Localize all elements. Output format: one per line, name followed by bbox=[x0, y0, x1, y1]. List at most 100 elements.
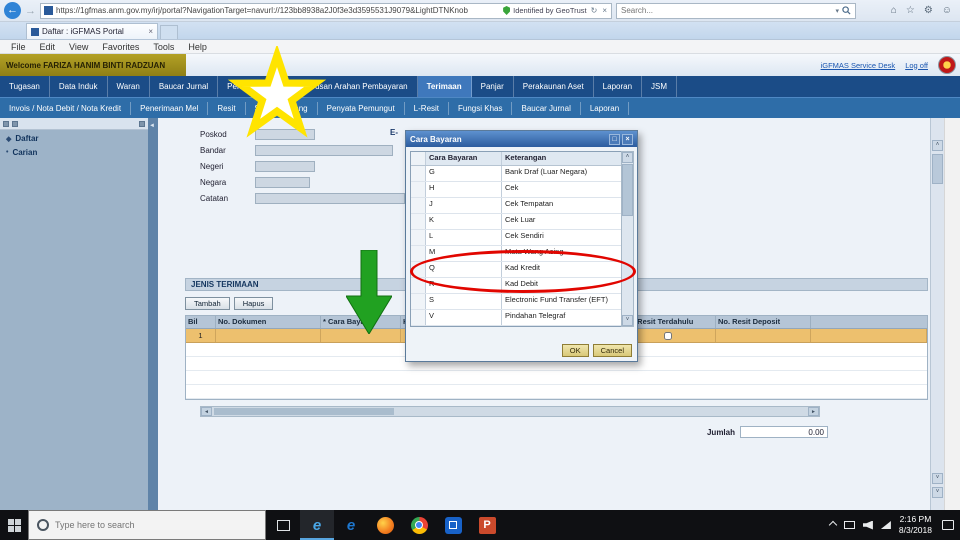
taskbar-clock[interactable]: 2:16 PM 8/3/2018 bbox=[899, 514, 932, 536]
dialog-close-icon[interactable]: × bbox=[622, 133, 633, 145]
horizontal-scrollbar[interactable]: ◄ ► bbox=[200, 406, 820, 417]
tray-expand-icon[interactable] bbox=[828, 520, 838, 530]
task-view-button[interactable] bbox=[266, 510, 300, 540]
tab-terimaan[interactable]: Terimaan bbox=[417, 76, 472, 97]
menu-view[interactable]: View bbox=[62, 42, 95, 52]
action-center-icon[interactable] bbox=[942, 520, 954, 530]
taskbar-firefox[interactable] bbox=[368, 510, 402, 540]
volume-icon[interactable] bbox=[862, 520, 873, 530]
taskbar-powerpoint[interactable]: P bbox=[470, 510, 504, 540]
cell-no-dokumen[interactable] bbox=[216, 329, 321, 342]
start-button[interactable] bbox=[0, 510, 28, 540]
scroll-down-icon[interactable]: ˅ bbox=[932, 487, 943, 498]
refresh-icon[interactable]: ↻ bbox=[590, 6, 599, 15]
tab-panjar[interactable]: Panjar bbox=[472, 76, 514, 97]
tab-waran[interactable]: Waran bbox=[108, 76, 150, 97]
search-icon[interactable] bbox=[842, 6, 851, 15]
taskbar-blue-app[interactable] bbox=[436, 510, 470, 540]
display-icon[interactable] bbox=[843, 521, 855, 529]
search-dropdown-icon[interactable]: ▾ bbox=[835, 7, 839, 15]
subtab-penerimaan-mel[interactable]: Penerimaan Mel bbox=[131, 101, 209, 115]
taskbar-chrome[interactable] bbox=[402, 510, 436, 540]
settings-gear-icon[interactable]: ⚙ bbox=[924, 5, 933, 16]
dialog-scroll-thumb[interactable] bbox=[622, 164, 633, 216]
table-row-empty[interactable] bbox=[186, 385, 927, 399]
sidebar-tool-icon[interactable] bbox=[3, 120, 9, 127]
cert-label[interactable]: Identified by GeoTrust bbox=[513, 6, 587, 15]
tab-tugasan[interactable]: Tugasan bbox=[0, 76, 50, 97]
subtab-l-resit[interactable]: L-Resit bbox=[405, 101, 450, 115]
scroll-down-icon[interactable]: ˅ bbox=[622, 315, 633, 326]
cell-resit-deposit[interactable] bbox=[716, 329, 811, 342]
sidebar-item-daftar[interactable]: ◆ Daftar bbox=[0, 130, 148, 144]
forward-button[interactable]: → bbox=[25, 5, 36, 17]
taskbar-search[interactable] bbox=[28, 510, 266, 540]
favorites-icon[interactable]: ☆ bbox=[906, 5, 915, 16]
resit-terdahulu-checkbox[interactable] bbox=[664, 331, 672, 340]
subtab-penyata-pemungut[interactable]: Penyata Pemungut bbox=[318, 101, 405, 115]
collapse-sidebar-icon[interactable]: ◄ bbox=[149, 123, 155, 129]
tab-close-icon[interactable]: × bbox=[148, 27, 153, 36]
menu-help[interactable]: Help bbox=[181, 42, 214, 52]
menu-edit[interactable]: Edit bbox=[33, 42, 63, 52]
stop-icon[interactable]: × bbox=[601, 6, 608, 15]
grid-row[interactable]: G Bank Draf (Luar Negara) bbox=[411, 166, 621, 182]
logoff-link[interactable]: Log off bbox=[905, 61, 928, 70]
vertical-scrollbar[interactable]: ˄ ˅ ˅ bbox=[930, 118, 944, 510]
hapus-button[interactable]: Hapus bbox=[233, 297, 274, 310]
grid-row[interactable]: L Cek Sendiri bbox=[411, 230, 621, 246]
grid-row[interactable]: H Cek bbox=[411, 182, 621, 198]
negeri-field[interactable] bbox=[255, 161, 315, 172]
dialog-minimize-icon[interactable]: □ bbox=[609, 133, 620, 145]
subtab-laporan[interactable]: Laporan bbox=[581, 101, 630, 115]
tab-laporan[interactable]: Laporan bbox=[594, 76, 643, 97]
browser-search-input[interactable] bbox=[621, 6, 833, 15]
back-button[interactable]: ← bbox=[4, 2, 21, 19]
subtab-baucar-jurnal[interactable]: Baucar Jurnal bbox=[512, 101, 581, 115]
negara-field[interactable] bbox=[255, 177, 310, 188]
dialog-scrollbar[interactable]: ˄ ˅ bbox=[621, 151, 634, 327]
tambah-button[interactable]: Tambah bbox=[185, 297, 230, 310]
feedback-icon[interactable]: ☺ bbox=[942, 5, 952, 16]
taskbar-edge[interactable]: e bbox=[334, 510, 368, 540]
url-text[interactable]: https://1gfmas.anm.gov.my/irj/portal?Nav… bbox=[56, 6, 500, 15]
horizontal-scroll-thumb[interactable] bbox=[214, 408, 394, 415]
dialog-title-bar[interactable]: Cara Bayaran □ × bbox=[406, 131, 637, 147]
scroll-down-icon[interactable]: ˅ bbox=[932, 473, 943, 484]
subtab-invois[interactable]: Invois / Nota Debit / Nota Kredit bbox=[0, 101, 132, 115]
address-bar[interactable]: https://1gfmas.anm.gov.my/irj/portal?Nav… bbox=[40, 2, 612, 19]
tab-baucar-jurnal[interactable]: Baucar Jurnal bbox=[150, 76, 219, 97]
sidebar-tool-icon[interactable] bbox=[12, 120, 18, 127]
grid-row[interactable]: V Pindahan Telegraf bbox=[411, 310, 621, 326]
sidebar-tool-icon[interactable] bbox=[139, 120, 145, 127]
browser-tab[interactable]: Daftar : iGFMAS Portal × bbox=[26, 23, 158, 39]
cancel-button[interactable]: Cancel bbox=[592, 344, 632, 357]
new-tab-button[interactable] bbox=[160, 25, 178, 39]
scroll-right-icon[interactable]: ► bbox=[808, 407, 819, 416]
catatan-field[interactable] bbox=[255, 193, 405, 204]
scroll-left-icon[interactable]: ◄ bbox=[201, 407, 212, 416]
bandar-field[interactable] bbox=[255, 145, 393, 156]
sidebar-splitter[interactable]: ◄ bbox=[148, 118, 158, 510]
menu-file[interactable]: File bbox=[4, 42, 33, 52]
home-icon[interactable]: ⌂ bbox=[891, 5, 897, 16]
ok-button[interactable]: OK bbox=[561, 344, 589, 357]
sidebar-item-carian[interactable]: • Carian bbox=[0, 144, 148, 158]
browser-search[interactable]: ▾ bbox=[616, 2, 856, 19]
grid-row[interactable]: J Cek Tempatan bbox=[411, 198, 621, 214]
subtab-fungsi-khas[interactable]: Fungsi Khas bbox=[449, 101, 513, 115]
menu-favorites[interactable]: Favorites bbox=[95, 42, 146, 52]
table-row-empty[interactable] bbox=[186, 371, 927, 385]
tab-jsm[interactable]: JSM bbox=[642, 76, 678, 97]
network-icon[interactable] bbox=[880, 521, 891, 529]
service-desk-link[interactable]: iGFMAS Service Desk bbox=[821, 61, 896, 70]
scroll-up-icon[interactable]: ˄ bbox=[622, 152, 633, 163]
vertical-scroll-thumb[interactable] bbox=[932, 154, 943, 184]
tab-data-induk[interactable]: Data Induk bbox=[50, 76, 108, 97]
grid-row[interactable]: S Electronic Fund Transfer (EFT) bbox=[411, 294, 621, 310]
taskbar-search-input[interactable] bbox=[55, 520, 257, 530]
grid-row[interactable]: K Cek Luar bbox=[411, 214, 621, 230]
scroll-up-icon[interactable]: ˄ bbox=[932, 140, 943, 151]
tab-perakaunan-aset[interactable]: Perakaunan Aset bbox=[514, 76, 594, 97]
taskbar-ie[interactable]: e bbox=[300, 510, 334, 540]
